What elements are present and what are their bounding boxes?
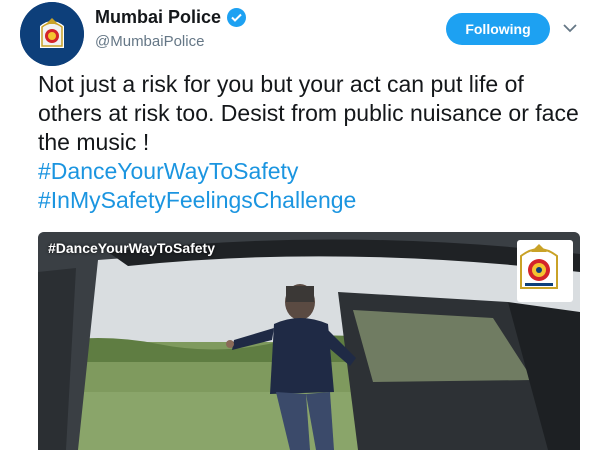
media-caption: #DanceYourWayToSafety <box>48 240 216 256</box>
verified-badge-icon <box>227 8 247 27</box>
chevron-down-icon[interactable] <box>560 18 580 38</box>
author-handle[interactable]: @MumbaiPolice <box>95 33 204 50</box>
author-name[interactable]: Mumbai Police <box>95 7 221 28</box>
hashtag-link[interactable]: #InMySafetyFeelingsChallenge <box>38 186 583 215</box>
following-button[interactable]: Following <box>446 13 550 45</box>
tweet-text: Not just a risk for you but your act can… <box>38 71 579 155</box>
tweet-media-video[interactable]: #DanceYourWayToSafety <box>38 232 580 450</box>
author-name-row: Mumbai Police <box>95 7 247 28</box>
hashtag-link[interactable]: #DanceYourWayToSafety <box>38 157 583 186</box>
profile-avatar[interactable] <box>20 2 84 66</box>
video-frame-image <box>38 232 580 450</box>
mumbai-police-emblem-icon <box>20 2 84 66</box>
mumbai-police-logo-icon <box>517 240 573 302</box>
tweet-body: Not just a risk for you but your act can… <box>38 70 583 215</box>
